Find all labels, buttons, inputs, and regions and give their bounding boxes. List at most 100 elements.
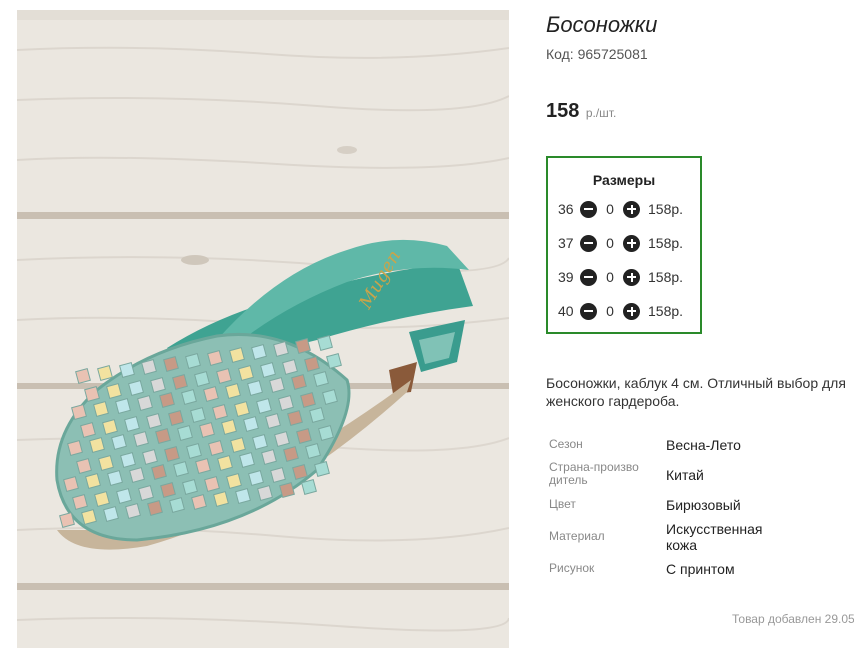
rhinestone-decoration — [138, 485, 154, 501]
rhinestone-decoration — [168, 410, 184, 426]
rhinestone-decoration — [305, 443, 321, 459]
rhinestone-decoration — [318, 425, 334, 441]
rhinestone-decoration — [125, 503, 141, 519]
rhinestone-decoration — [314, 461, 330, 477]
size-row: 37 0 158р. — [558, 233, 683, 253]
rhinestone-decoration — [203, 386, 219, 402]
rhinestone-decoration — [89, 437, 105, 453]
rhinestone-decoration — [234, 401, 250, 417]
rhinestone-decoration — [147, 500, 163, 516]
product-price: 158 р./шт. — [546, 100, 616, 123]
rhinestone-decoration — [265, 413, 281, 429]
rhinestone-decoration — [191, 494, 207, 510]
size-row: 39 0 158р. — [558, 267, 683, 287]
rhinestone-decoration — [84, 386, 100, 402]
rhinestone-decoration — [213, 491, 229, 507]
rhinestone-decoration — [283, 446, 299, 462]
quantity-value[interactable]: 0 — [597, 303, 623, 319]
quantity-value[interactable]: 0 — [597, 201, 623, 217]
rhinestone-decoration — [186, 443, 202, 459]
size-label: 40 — [558, 303, 574, 319]
minus-icon[interactable] — [580, 200, 597, 218]
rhinestone-decoration — [261, 449, 277, 465]
quantity-value[interactable]: 0 — [597, 269, 623, 285]
rhinestone-decoration — [282, 359, 298, 375]
minus-icon[interactable] — [580, 268, 597, 286]
rhinestone-decoration — [300, 392, 316, 408]
minus-icon[interactable] — [580, 302, 597, 320]
size-price: 158р. — [648, 269, 684, 285]
rhinestone-decoration — [287, 410, 303, 426]
size-price: 158р. — [648, 303, 684, 319]
rhinestone-decoration — [137, 395, 153, 411]
rhinestone-decoration — [194, 371, 210, 387]
size-price: 158р. — [648, 201, 684, 217]
price-unit: р./шт. — [585, 106, 617, 120]
rhinestone-decoration — [252, 434, 268, 450]
plus-icon[interactable] — [623, 302, 640, 320]
property-key: Сезон — [549, 437, 583, 451]
size-label: 39 — [558, 269, 574, 285]
rhinestone-decoration — [260, 362, 276, 378]
rhinestone-decoration — [217, 455, 233, 471]
rhinestone-decoration — [128, 380, 144, 396]
plus-icon[interactable] — [623, 268, 640, 286]
rhinestone-decoration — [142, 449, 158, 465]
rhinestone-decoration — [279, 482, 295, 498]
rhinestone-decoration — [67, 440, 83, 456]
rhinestone-decoration — [229, 347, 245, 363]
product-image[interactable]: Mugen — [17, 10, 509, 648]
rhinestone-decoration — [295, 338, 311, 354]
rhinestone-decoration — [273, 341, 289, 357]
rhinestone-decoration — [317, 335, 333, 351]
property-value: Китай — [666, 467, 704, 483]
rhinestone-decoration — [146, 413, 162, 429]
rhinestone-decoration — [102, 419, 118, 435]
rhinestone-decoration — [107, 470, 123, 486]
rhinestone-decoration — [274, 431, 290, 447]
quantity-value[interactable]: 0 — [597, 235, 623, 251]
rhinestone-decoration — [129, 467, 145, 483]
rhinestone-decoration — [181, 389, 197, 405]
plus-icon[interactable] — [623, 200, 640, 218]
product-code: Код: 965725081 — [546, 46, 648, 62]
rhinestone-decoration — [160, 482, 176, 498]
rhinestone-decoration — [85, 473, 101, 489]
rhinestone-decoration — [119, 362, 135, 378]
rhinestone-decoration — [169, 497, 185, 513]
rhinestone-decoration — [221, 419, 237, 435]
minus-icon[interactable] — [580, 234, 597, 252]
rhinestone-decoration — [270, 467, 286, 483]
property-value: С принтом — [666, 561, 735, 577]
rhinestone-decoration — [133, 431, 149, 447]
property-value: Искусственная кожа — [666, 521, 763, 553]
rhinestone-decoration — [71, 404, 87, 420]
rhinestone-decoration — [292, 464, 308, 480]
rhinestone-decoration — [115, 398, 131, 414]
size-price: 158р. — [648, 235, 684, 251]
product-code-value: 965725081 — [577, 46, 648, 62]
rhinestone-decoration — [124, 416, 140, 432]
rhinestone-decoration — [182, 479, 198, 495]
rhinestone-decoration — [155, 428, 171, 444]
rhinestone-decoration — [103, 506, 119, 522]
rhinestone-decoration — [150, 377, 166, 393]
rhinestone-decoration — [199, 422, 215, 438]
rhinestone-decoration — [248, 470, 264, 486]
rhinestone-decoration — [301, 479, 317, 495]
rhinestone-decoration — [291, 374, 307, 390]
rhinestone-decoration — [204, 476, 220, 492]
rhinestone-decoration — [256, 398, 272, 414]
size-row: 36 0 158р. — [558, 199, 683, 219]
rhinestone-decoration — [251, 344, 267, 360]
rhinestone-decoration — [216, 368, 232, 384]
plus-icon[interactable] — [623, 234, 640, 252]
property-key: Цвет — [549, 497, 576, 511]
rhinestone-decoration — [93, 401, 109, 417]
rhinestone-decoration — [243, 416, 259, 432]
rhinestone-decoration — [185, 353, 201, 369]
product-code-label: Код: — [546, 46, 574, 62]
rhinestone-decoration — [106, 383, 122, 399]
rhinestone-decoration — [239, 452, 255, 468]
size-row: 40 0 158р. — [558, 301, 683, 321]
